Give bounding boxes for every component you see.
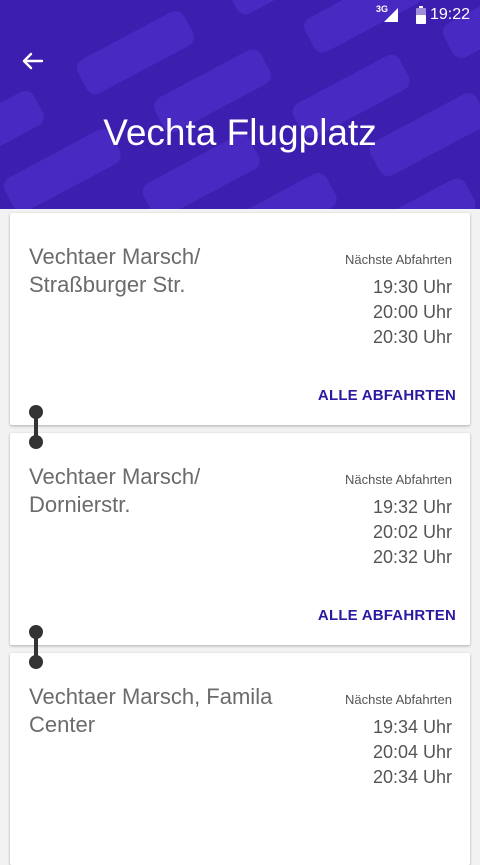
stop-card: Vechtaer Marsch/ Dornierstr. Nächste Abf… [10, 433, 470, 645]
departure-times: 19:30 Uhr 20:00 Uhr 20:30 Uhr [373, 275, 452, 350]
next-departures-label: Nächste Abfahrten [345, 692, 452, 707]
departure-time: 20:32 Uhr [372, 547, 452, 567]
departure-time: 20:02 Uhr [372, 522, 452, 542]
app-header: 3G 19:22 Vechta Flugplatz [0, 0, 480, 209]
connector-dot [29, 625, 43, 639]
departure-time: 20:04 Uhr [372, 742, 452, 762]
departure-times: 19:34 Uhr 20:04 Uhr 20:34 Uhr [373, 715, 452, 790]
connector-dot [29, 435, 43, 449]
departure-time: 19:32 Uhr [372, 497, 452, 517]
route-connector [27, 405, 45, 449]
next-departures-label: Nächste Abfahrten [345, 252, 452, 267]
status-bar: 3G 19:22 [280, 0, 480, 30]
all-departures-button[interactable]: ALLE ABFAHRTEN [318, 607, 456, 624]
stop-name: Vechtaer Marsch/ Dornierstr. [29, 464, 201, 517]
stop-name: Vechtaer Marsch, Famila Center [29, 684, 273, 737]
departure-time: 19:30 Uhr [372, 277, 452, 297]
stop-card: Vechtaer Marsch, Famila Center Nächste A… [10, 653, 470, 865]
battery-icon [416, 6, 426, 24]
stop-card: Vechtaer Marsch/ Straßburger Str. Nächst… [10, 213, 470, 425]
bus-pattern-background [0, 0, 480, 209]
next-departures-label: Nächste Abfahrten [345, 472, 452, 487]
stop-name: Vechtaer Marsch/ Straßburger Str. [29, 244, 201, 297]
departure-time: 19:34 Uhr [372, 717, 452, 737]
signal-icon [384, 8, 398, 22]
connector-dot [29, 405, 43, 419]
all-departures-button[interactable]: ALLE ABFAHRTEN [318, 387, 456, 404]
departure-time: 20:30 Uhr [372, 327, 452, 347]
back-button[interactable] [18, 48, 48, 74]
route-connector [27, 625, 45, 669]
connector-dot [29, 655, 43, 669]
clock: 19:22 [429, 6, 470, 23]
arrow-back-icon [22, 52, 44, 70]
departure-times: 19:32 Uhr 20:02 Uhr 20:32 Uhr [373, 495, 452, 570]
departure-time: 20:34 Uhr [372, 767, 452, 787]
page-title: Vechta Flugplatz [103, 112, 377, 153]
departure-time: 20:00 Uhr [372, 302, 452, 322]
